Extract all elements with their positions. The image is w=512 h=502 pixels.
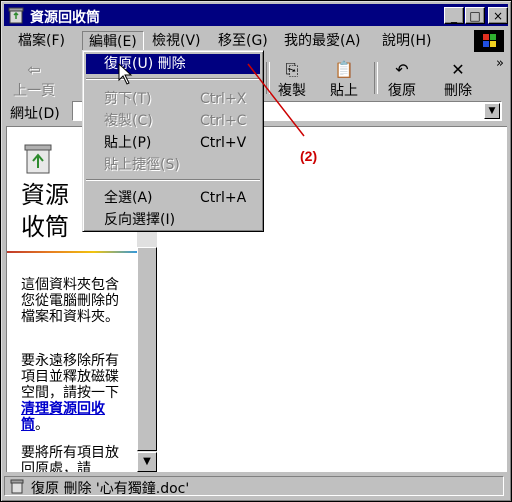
menu-paste-shortcut: Ctrl+V <box>200 135 247 151</box>
recycle-bin-icon <box>24 144 52 174</box>
menu-copy[interactable]: 複製(C) Ctrl+C <box>86 111 260 131</box>
status-bar: 復原 刪除 '心有獨鐘.doc' <box>4 474 508 498</box>
menu-select-all-shortcut: Ctrl+A <box>200 190 247 206</box>
menu-cut-label: 剪下(T) <box>104 91 152 107</box>
pane-title-line2: 收筒 <box>21 213 69 241</box>
address-dropdown-button[interactable]: ▼ <box>484 103 500 119</box>
menu-cut[interactable]: 剪下(T) Ctrl+X <box>86 89 260 109</box>
copy-icon: ⎘ <box>285 60 299 79</box>
menu-undo-delete[interactable]: 復原(U) 刪除 <box>86 54 260 74</box>
windows-logo-icon <box>474 30 504 52</box>
menu-paste-shortcut-item[interactable]: 貼上捷徑(S) <box>86 155 260 175</box>
menu-help[interactable]: 說明(H) <box>376 31 437 51</box>
delete-label: 刪除 <box>444 83 472 99</box>
back-button[interactable]: ⇦ 上一頁 <box>8 58 60 99</box>
pane-title-line1: 資源 <box>21 181 69 209</box>
menu-separator <box>86 179 260 181</box>
pane-restore-instructions: 要將所有項目放回原處，請 <box>21 445 119 472</box>
undo-button[interactable]: ↶ 復原 <box>376 58 428 99</box>
menu-go[interactable]: 移至(G) <box>212 31 274 51</box>
pane-empty-end: 。 <box>35 417 49 433</box>
menu-invert-selection[interactable]: 反向選擇(I) <box>86 210 260 230</box>
recycle-bin-icon <box>8 7 24 24</box>
menu-separator <box>86 78 260 80</box>
delete-x-icon: ✕ <box>451 60 465 79</box>
menu-undo-delete-label: 復原(U) 刪除 <box>104 56 186 72</box>
back-label: 上一頁 <box>13 83 55 99</box>
menu-paste[interactable]: 貼上(P) Ctrl+V <box>86 133 260 153</box>
window-title: 資源回收筒 <box>30 10 100 26</box>
paste-icon: 📋 <box>334 60 354 79</box>
toolbar-overflow-chevron-icon[interactable]: » <box>496 56 504 71</box>
pane-empty-instructions: 要永遠移除所有項目並釋放磁碟空間，請按一下清理資源回收筒。 <box>21 353 127 433</box>
scrollbar-thumb[interactable] <box>137 247 157 451</box>
pane-title: 資源 收筒 <box>21 179 69 243</box>
close-button[interactable]: × <box>488 7 508 24</box>
undo-icon: ↶ <box>395 60 409 79</box>
scroll-down-arrow-icon[interactable]: ▼ <box>137 452 157 472</box>
paste-button[interactable]: 📋 貼上 <box>318 58 370 99</box>
undo-label: 復原 <box>388 83 416 99</box>
menu-paste-shortcut-label: 貼上捷徑(S) <box>104 157 180 173</box>
copy-label: 複製 <box>278 83 306 99</box>
status-field: 復原 刪除 '心有獨鐘.doc' <box>4 476 504 497</box>
menu-copy-label: 複製(C) <box>104 113 153 129</box>
recycle-bin-small-icon <box>10 479 24 494</box>
pane-empty-text: 要永遠移除所有項目並釋放磁碟空間，請按一下 <box>21 353 119 401</box>
pane-divider <box>7 251 137 253</box>
paste-label: 貼上 <box>330 83 358 99</box>
address-label: 網址(D) <box>10 106 60 122</box>
menu-favorites[interactable]: 我的最愛(A) <box>278 31 367 51</box>
menu-select-all-label: 全選(A) <box>104 190 153 206</box>
menu-file[interactable]: 檔案(F) <box>12 31 71 51</box>
menu-invert-selection-label: 反向選擇(I) <box>104 212 176 228</box>
annotation-label: (2) <box>300 148 318 164</box>
status-text: 復原 刪除 '心有獨鐘.doc' <box>31 481 190 497</box>
menu-view[interactable]: 檢視(V) <box>146 31 207 51</box>
pane-description: 這個資料夾包含您從電腦刪除的檔案和資料夾。 <box>21 277 119 325</box>
menu-cut-shortcut: Ctrl+X <box>200 91 247 107</box>
menu-select-all[interactable]: 全選(A) Ctrl+A <box>86 188 260 208</box>
title-bar[interactable]: 資源回收筒 _ □ × <box>4 4 508 26</box>
empty-recycle-bin-link[interactable]: 清理資源回收筒 <box>21 401 105 433</box>
minimize-button[interactable]: _ <box>444 7 464 24</box>
maximize-button[interactable]: □ <box>465 7 485 24</box>
menu-paste-label: 貼上(P) <box>104 135 152 151</box>
menu-copy-shortcut: Ctrl+C <box>200 113 247 129</box>
back-arrow-icon: ⇦ <box>27 60 41 79</box>
delete-button[interactable]: ✕ 刪除 <box>432 58 484 99</box>
edit-menu-dropdown: 復原(U) 刪除 剪下(T) Ctrl+X 複製(C) Ctrl+C 貼上(P)… <box>82 50 264 232</box>
copy-button[interactable]: ⎘ 複製 <box>266 58 318 99</box>
